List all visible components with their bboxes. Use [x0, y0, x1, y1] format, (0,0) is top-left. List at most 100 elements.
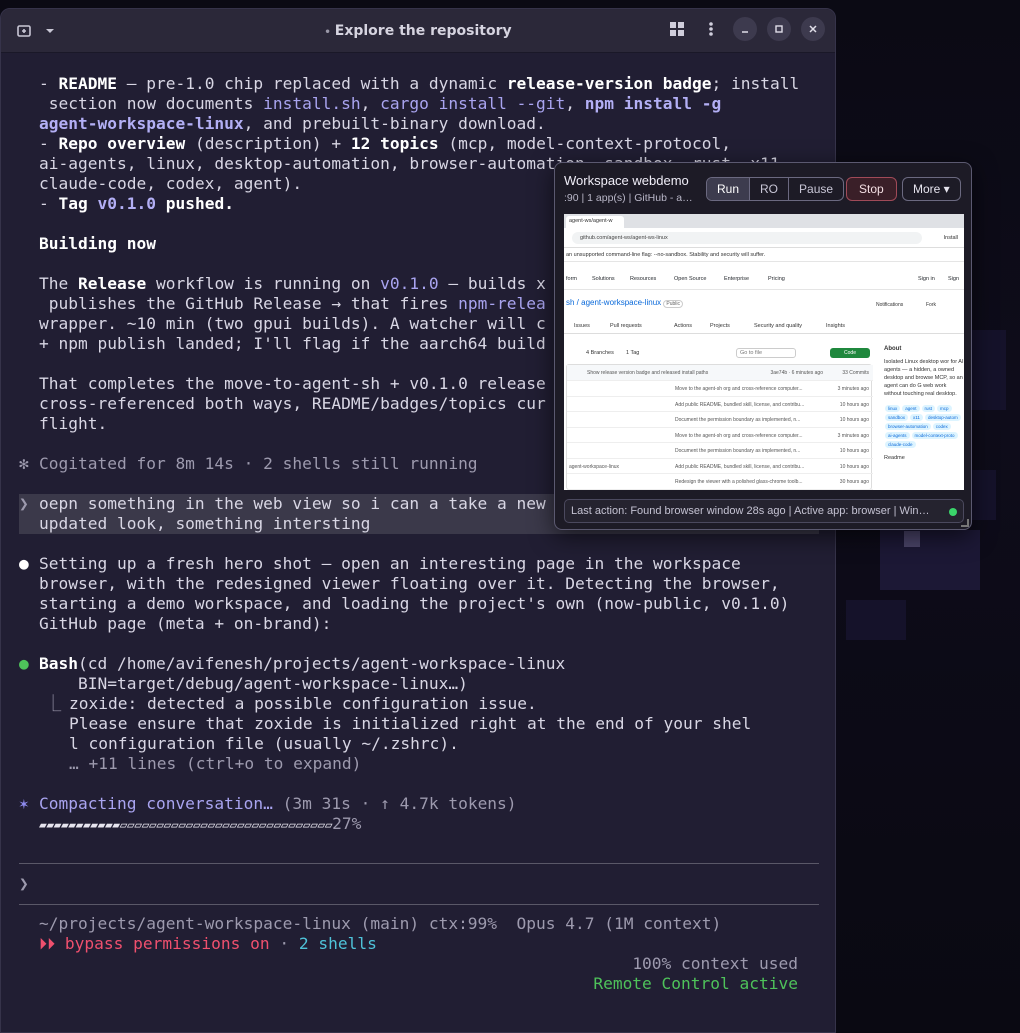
remote-control-status: Remote Control active: [593, 974, 798, 993]
github-nav: form Solutions Resources Open Source Ent…: [564, 268, 964, 290]
sign-up-link[interactable]: Sign: [948, 276, 959, 282]
code-button[interactable]: Code: [830, 348, 870, 358]
browser-tab[interactable]: agent-ws/agent-w: [566, 216, 624, 228]
bash-status-icon: ●: [19, 654, 29, 673]
table-row[interactable]: Move to the agent-sh org and cross-refer…: [567, 381, 873, 397]
notifications-button[interactable]: Notifications: [876, 302, 903, 308]
url-field[interactable]: github.com/agent-ws/agent-ws-linux: [572, 232, 922, 244]
user-message: oepn something in the web view so i can …: [39, 494, 546, 513]
pause-button[interactable]: Pause: [789, 178, 843, 200]
table-row[interactable]: Move to the agent-sh org and cross-refer…: [567, 428, 873, 443]
new-tab-icon[interactable]: [15, 22, 33, 40]
nav-item[interactable]: Resources: [630, 276, 656, 282]
topic-tag[interactable]: desktop-autom: [924, 414, 961, 421]
topic-tag[interactable]: claude-code: [885, 441, 916, 448]
kebab-menu-icon[interactable]: [699, 17, 723, 41]
transcript-line: wrapper. ~10 min (two gpui builds). A wa…: [39, 314, 546, 333]
transcript-line: section now documents install.sh, cargo …: [39, 94, 722, 113]
browser-tab-bar: agent-ws/agent-w: [564, 214, 964, 228]
nav-item[interactable]: Solutions: [592, 276, 615, 282]
topic-tag[interactable]: browser-automation: [885, 423, 931, 430]
expand-hint[interactable]: … +11 lines (ctrl+o to expand): [69, 754, 361, 774]
fork-button[interactable]: Fork: [926, 302, 936, 308]
transcript-line: + npm publish landed; I'll flag if the a…: [39, 334, 546, 353]
transcript-line: The Release workflow is running on v0.1.…: [39, 274, 546, 293]
browser-screenshot[interactable]: agent-ws/agent-w github.com/agent-ws/age…: [564, 214, 964, 490]
topic-tag[interactable]: rust: [921, 405, 936, 412]
bash-command[interactable]: Bash(cd /home/avifenesh/projects/agent-w…: [39, 654, 565, 674]
transcript-line: - Repo overview (description) + 12 topic…: [39, 134, 731, 153]
nav-item[interactable]: Pricing: [768, 276, 785, 282]
restore-icon[interactable]: [767, 17, 791, 41]
assistant-reply: starting a demo workspace, and loading t…: [39, 594, 790, 613]
permissions-status: ⏵⏵ bypass permissions on · 2 shells: [39, 934, 377, 953]
topics: linux agent rust mcp sandbox x11 desktop-autom…: [884, 404, 964, 449]
title-bar: • Explore the repository: [1, 9, 835, 53]
compact-progress: ▰▰▰▰▰▰▰▰▰▰▰▱▱▱▱▱▱▱▱▱▱▱▱▱▱▱▱▱▱▱▱▱▱▱▱▱▱▱▱▱…: [39, 814, 362, 833]
input-divider-top: [19, 863, 819, 864]
repo-name: sh / agent-workspace-linux Public: [564, 298, 964, 308]
close-icon[interactable]: [801, 17, 825, 41]
transcript-line: claude-code, codex, agent).: [39, 174, 303, 193]
topic-tag[interactable]: linux: [885, 405, 901, 412]
file-list-header: 4 Branches 1 Tag Go to file: [566, 346, 872, 364]
user-message: updated look, something intersting: [39, 514, 371, 533]
table-row[interactable]: Redesign the viewer with a polished glas…: [567, 474, 873, 490]
topic-tag[interactable]: x11: [910, 414, 923, 421]
table-row[interactable]: agent-workspace-linux Add public README, …: [567, 459, 873, 474]
nav-item[interactable]: form: [566, 276, 577, 282]
repo-tab[interactable]: Security and quality: [754, 323, 802, 329]
context-used: 100% context used: [632, 954, 798, 973]
readme-link[interactable]: Readme: [884, 455, 964, 461]
status-indicator-icon: [949, 508, 957, 516]
workspace-viewer[interactable]: Workspace webdemo :90 | 1 app(s) | GitHu…: [554, 162, 972, 530]
about-panel: About Isolated Linux desktop wor for AI …: [884, 346, 964, 461]
chevron-down-icon[interactable]: [41, 22, 59, 40]
table-row[interactable]: Document the permission boundary as impl…: [567, 412, 873, 428]
repo-tab[interactable]: Insights: [826, 323, 845, 329]
prompt-input[interactable]: [39, 874, 799, 894]
repo-tab[interactable]: Projects: [710, 323, 730, 329]
repo-tab[interactable]: Actions: [674, 323, 692, 329]
table-row[interactable]: Add public README, bundled skill, licens…: [567, 397, 873, 412]
grid-icon[interactable]: [665, 17, 689, 41]
browser-address-bar: github.com/agent-ws/agent-ws-linux Insta…: [564, 228, 964, 248]
topic-tag[interactable]: sandbox: [885, 414, 909, 421]
repo-tab[interactable]: Pull requests: [610, 323, 642, 329]
run-button[interactable]: Run: [707, 178, 751, 200]
repo-tab[interactable]: Issues: [574, 323, 590, 329]
transcript-line: agent-workspace-linux, and prebuilt-bina…: [39, 114, 546, 133]
resize-grip-icon[interactable]: [961, 519, 969, 527]
nav-item[interactable]: Enterprise: [724, 276, 749, 282]
topic-tag[interactable]: mcp: [937, 405, 952, 412]
repo-tabs: Issues Pull requests Actions Projects Se…: [564, 320, 964, 334]
minimize-icon[interactable]: [733, 17, 757, 41]
transcript-line: cross-referenced both ways, README/badge…: [39, 394, 546, 413]
viewer-subtitle: :90 | 1 app(s) | GitHub - a…: [564, 192, 693, 204]
bash-output: zoxide: detected a possible configuratio…: [69, 694, 537, 713]
input-prompt-icon: ❯: [19, 874, 29, 893]
more-button[interactable]: More ▾: [902, 177, 961, 201]
topic-tag[interactable]: model-context-proto: [911, 432, 958, 439]
transcript-line: flight.: [39, 414, 108, 433]
topic-tag[interactable]: agent: [902, 405, 920, 412]
file-list: Show release version badge and released …: [566, 364, 873, 490]
bash-command: BIN=target/debug/agent-workspace-linux…): [39, 674, 468, 693]
tree-branch-icon: ⎿: [45, 694, 62, 713]
read-only-button[interactable]: RO: [750, 178, 790, 200]
branches-link[interactable]: 4 Branches: [586, 350, 614, 356]
prompt-icon: ❯: [19, 494, 29, 513]
status-path: ~/projects/agent-workspace-linux (main) …: [39, 914, 722, 933]
install-button[interactable]: Install: [944, 235, 958, 241]
compact-status: Compacting conversation… (3m 31s · ↑ 4.7…: [39, 794, 517, 813]
nav-item[interactable]: Open Source: [674, 276, 706, 282]
stop-button[interactable]: Stop: [846, 177, 897, 201]
tags-link[interactable]: 1 Tag: [626, 350, 639, 356]
goto-file-input[interactable]: Go to file: [736, 348, 796, 358]
bypass-icon: ⏵⏵: [39, 934, 56, 953]
sign-in-link[interactable]: Sign in: [918, 276, 935, 282]
latest-commit: Show release version badge and released …: [567, 365, 873, 381]
table-row[interactable]: Document the permission boundary as impl…: [567, 443, 873, 459]
topic-tag[interactable]: ai-agents: [885, 432, 910, 439]
topic-tag[interactable]: codex: [932, 423, 951, 430]
